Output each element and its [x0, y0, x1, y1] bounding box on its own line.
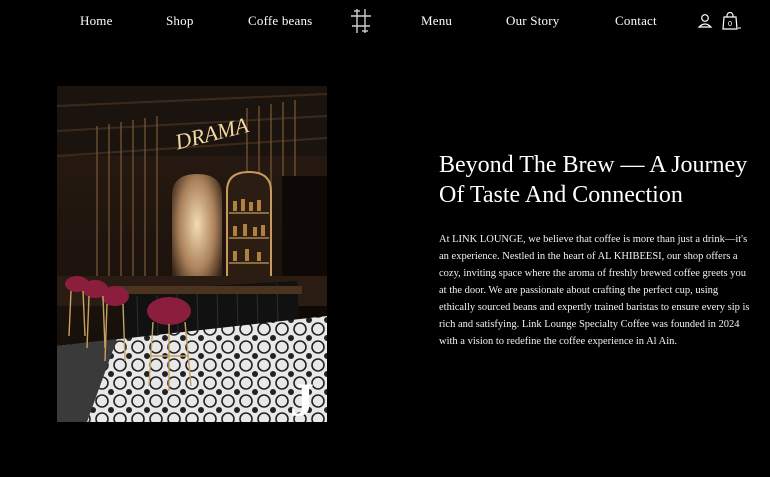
nav-coffee-beans[interactable]: Coffe beans: [248, 13, 312, 29]
main-navigation: Home Shop Coffe beans Menu Our Story Con…: [0, 0, 770, 44]
cafe-interior-illustration: DRAMA J: [57, 86, 327, 422]
hero-description: At LINK LOUNGE, we believe that coffee i…: [439, 234, 750, 347]
nav-contact[interactable]: Contact: [615, 13, 657, 29]
shopping-bag-icon[interactable]: 0: [722, 12, 742, 30]
link-lounge-logo-icon[interactable]: [349, 8, 373, 34]
nav-home[interactable]: Home: [80, 13, 113, 29]
user-icon[interactable]: [697, 12, 713, 30]
brand-letter-mark: J: [290, 374, 314, 422]
nav-shop[interactable]: Shop: [166, 13, 194, 29]
cart-count-badge: 0: [728, 20, 732, 28]
nav-our-story[interactable]: Our Story: [506, 13, 559, 29]
hero-headline: Beyond The Brew — A Journey Of Taste And…: [439, 152, 748, 208]
nav-menu[interactable]: Menu: [421, 13, 452, 29]
cafe-interior-image: DRAMA J: [57, 86, 327, 422]
